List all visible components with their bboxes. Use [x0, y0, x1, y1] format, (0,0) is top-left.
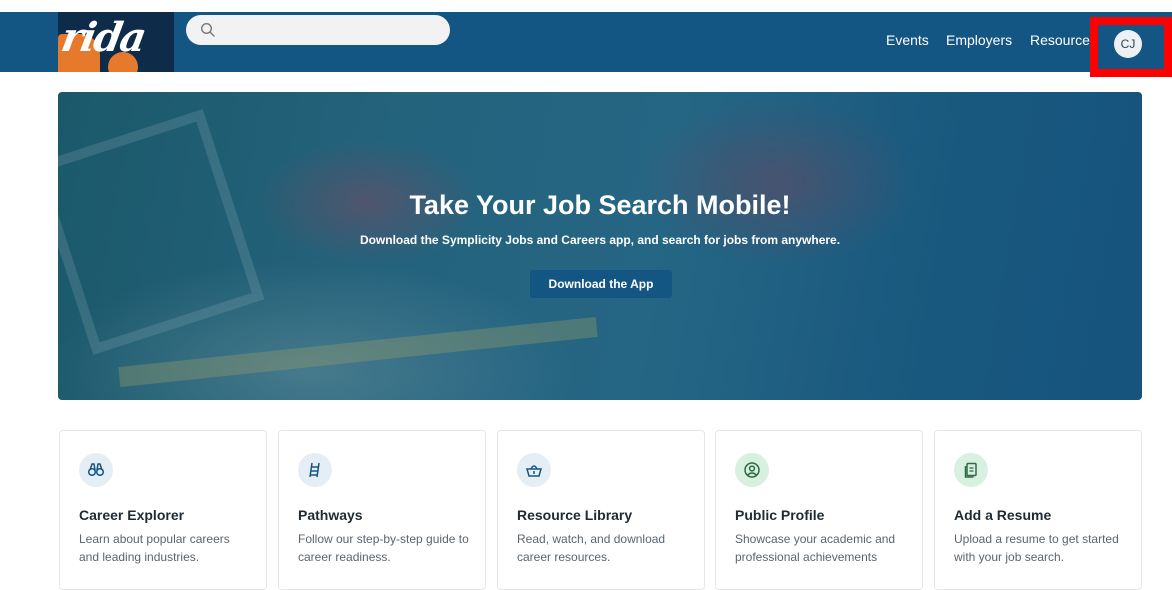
nav-employers[interactable]: Employers	[946, 32, 1012, 48]
download-app-button[interactable]: Download the App	[530, 270, 672, 298]
card-description: Showcase your academic and professional …	[735, 532, 896, 564]
search-input[interactable]	[186, 15, 450, 45]
card-career-explorer[interactable]: Career Explorer Learn about popular care…	[59, 430, 267, 590]
ladder-icon	[298, 453, 332, 487]
card-description: Learn about popular careers and leading …	[79, 532, 230, 564]
document-icon	[954, 453, 988, 487]
user-avatar[interactable]: CJ	[1114, 30, 1142, 58]
card-description: Read, watch, and download career resourc…	[517, 532, 666, 564]
card-public-profile[interactable]: Public Profile Showcase your academic an…	[715, 430, 923, 590]
profile-icon	[735, 453, 769, 487]
card-description: Upload a resume to get started with your…	[954, 532, 1119, 564]
hero-subtitle: Download the Symplicity Jobs and Careers…	[359, 233, 841, 247]
card-title: Career Explorer	[79, 507, 185, 523]
card-title: Public Profile	[735, 507, 825, 523]
search-icon	[200, 22, 215, 37]
card-resource-library[interactable]: Resource Library Read, watch, and downlo…	[497, 430, 705, 590]
card-title: Pathways	[298, 507, 363, 523]
logo-text: rida	[58, 14, 149, 61]
nav-events[interactable]: Events	[886, 32, 929, 48]
card-title: Resource Library	[517, 507, 633, 523]
card-description: Follow our step-by-step guide to career …	[298, 532, 469, 564]
hero-banner: Take Your Job Search Mobile! Download th…	[58, 92, 1142, 400]
university-logo[interactable]: rida	[58, 12, 174, 72]
card-pathways[interactable]: Pathways Follow our step-by-step guide t…	[278, 430, 486, 590]
card-title: Add a Resume	[954, 507, 1052, 523]
nav-resources[interactable]: Resources	[1030, 32, 1092, 48]
binoculars-icon	[79, 453, 113, 487]
card-add-resume[interactable]: Add a Resume Upload a resume to get star…	[934, 430, 1142, 590]
hero-title: Take Your Job Search Mobile!	[409, 190, 791, 220]
basket-icon	[517, 453, 551, 487]
